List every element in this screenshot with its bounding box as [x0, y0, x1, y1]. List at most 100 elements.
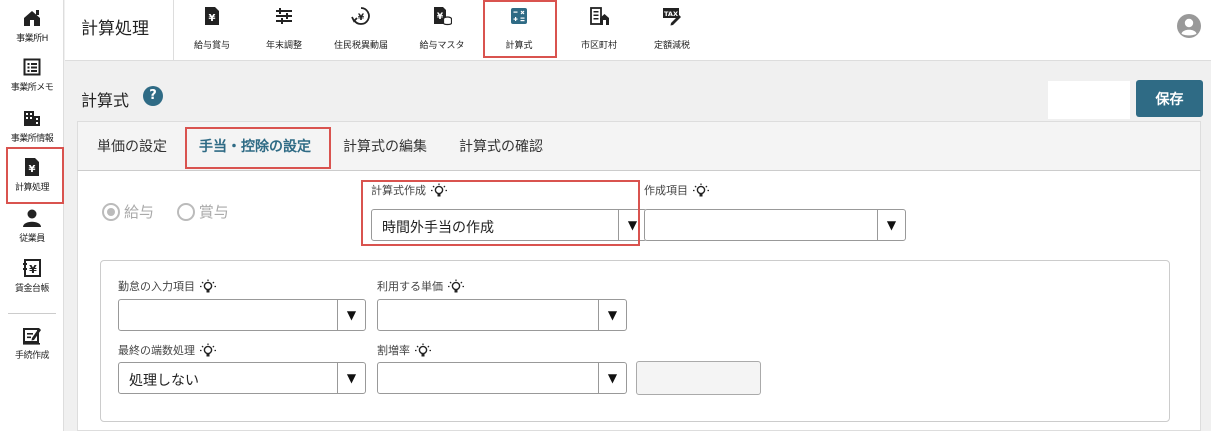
nav-resident-tax-change[interactable]: ¥ 住民税異動届: [325, 6, 397, 51]
nav-label: 住民税異動届: [333, 41, 388, 51]
top-bar: 計算処理 ¥ 給与賞与 年末調整 ¥ 住民税異動届 ¥ 給与マスタ 計算式 市区…: [65, 0, 1211, 61]
svg-text:TAX: TAX: [664, 10, 678, 18]
lightbulb-hint-icon[interactable]: [199, 279, 217, 295]
pay-type-radio-group: 給与 賞与: [102, 201, 247, 222]
user-avatar-icon[interactable]: [1177, 14, 1201, 38]
nav-formula[interactable]: 計算式: [483, 6, 555, 51]
nav-payroll-bonus[interactable]: ¥ 給与賞与: [176, 6, 248, 51]
yen-database-icon: ¥: [434, 7, 452, 26]
radio-salary[interactable]: [102, 202, 120, 221]
formula-create-value: 時間外手当の作成: [382, 220, 494, 236]
chevron-down-icon: ▼: [337, 363, 365, 393]
final-rounding-select[interactable]: 処理しない ▼: [118, 362, 366, 394]
sidebar-divider: [8, 313, 56, 314]
svg-text:¥: ¥: [29, 263, 37, 276]
lightbulb-hint-icon[interactable]: [447, 279, 465, 295]
app-title: 計算処理: [81, 19, 149, 39]
svg-text:¥: ¥: [209, 13, 216, 24]
help-icon[interactable]: ?: [143, 86, 163, 106]
sidebar-item-wage-ledger[interactable]: ¥ 賃金台帳: [0, 258, 64, 294]
create-item-select[interactable]: ▼: [644, 209, 906, 241]
city-office-icon: [590, 7, 609, 25]
premium-rate-select[interactable]: ▼: [377, 362, 627, 394]
unit-price-label-text: 利用する単価: [377, 280, 443, 293]
yen-rotate-icon: ¥: [351, 7, 370, 25]
create-item-label: 作成項目: [644, 182, 710, 199]
sidebar-item-label: 手続作成: [14, 351, 50, 361]
edit-form-icon: [23, 328, 41, 345]
tab-formula-edit[interactable]: 計算式の編集: [343, 136, 427, 156]
tax-tag-icon: TAX: [663, 8, 681, 26]
sidebar-item-label: 事業所H: [16, 34, 48, 44]
lightbulb-hint-icon[interactable]: [692, 183, 710, 199]
tab-formula-check[interactable]: 計算式の確認: [459, 136, 543, 156]
tab-allowance-deduction[interactable]: 手当・控除の設定: [199, 136, 311, 156]
nav-label: 年末調整: [265, 41, 302, 51]
chevron-down-icon: ▼: [598, 300, 626, 330]
final-rounding-label: 最終の端数処理: [118, 342, 217, 359]
title-divider: [173, 0, 174, 61]
blank-area: [1048, 81, 1130, 119]
nav-municipalities[interactable]: 市区町村: [563, 6, 635, 51]
nav-flat-tax-reduction[interactable]: TAX 定額減税: [636, 6, 708, 51]
sliders-icon: [276, 8, 292, 24]
memo-list-icon: [23, 58, 41, 76]
chevron-down-icon: ▼: [618, 210, 646, 240]
nav-year-end-adjustment[interactable]: 年末調整: [248, 6, 320, 51]
nav-label: 定額減税: [653, 41, 690, 51]
nav-payroll-master[interactable]: ¥ 給与マスタ: [406, 6, 478, 51]
sidebar-item-employees[interactable]: 従業員: [0, 208, 64, 244]
yen-document-icon: ¥: [25, 158, 39, 176]
formula-create-label-text: 計算式作成: [371, 184, 426, 197]
tab-unit-price[interactable]: 単価の設定: [97, 136, 167, 156]
sidebar-item-label: 計算処理: [14, 183, 50, 193]
lightbulb-hint-icon[interactable]: [414, 343, 432, 359]
sidebar-item-label: 事業所情報: [10, 134, 54, 144]
premium-rate-input[interactable]: [636, 361, 761, 395]
nav-label: 給与マスタ: [419, 41, 465, 51]
sidebar-item-office-info[interactable]: 事業所情報: [0, 108, 64, 144]
sidebar-item-label: 賃金台帳: [14, 284, 50, 294]
formula-create-select[interactable]: 時間外手当の作成 ▼: [371, 209, 647, 241]
create-item-label-text: 作成項目: [644, 184, 688, 197]
save-button[interactable]: 保存: [1136, 80, 1203, 117]
formula-create-label: 計算式作成: [371, 182, 448, 199]
nav-label: 計算式: [505, 41, 533, 51]
tab-bar: 単価の設定 手当・控除の設定 計算式の編集 計算式の確認: [77, 121, 1201, 171]
sidebar-item-label: 従業員: [19, 234, 45, 244]
sidebar-item-office-home[interactable]: 事業所H: [0, 8, 64, 44]
svg-text:¥: ¥: [437, 12, 444, 22]
radio-salary-label: 給与: [124, 203, 155, 221]
unit-price-select[interactable]: ▼: [377, 299, 627, 331]
settings-panel: 給与 賞与 計算式作成 時間外手当の作成 ▼ 作成項目 ▼ 勤怠の入力項目 ▼ …: [77, 171, 1201, 431]
main-content: 計算式 ? 保存 単価の設定 手当・控除の設定 計算式の編集 計算式の確認 給与…: [65, 62, 1211, 431]
svg-text:¥: ¥: [358, 13, 365, 23]
lightbulb-hint-icon[interactable]: [199, 343, 217, 359]
office-building-icon: [24, 111, 40, 126]
sidebar-item-office-memo[interactable]: 事業所メモ: [0, 57, 64, 93]
chevron-down-icon: ▼: [877, 210, 905, 240]
attendance-item-label: 勤怠の入力項目: [118, 278, 217, 295]
radio-bonus-label: 賞与: [198, 203, 229, 221]
radio-bonus[interactable]: [176, 202, 195, 221]
calculator-icon: [511, 8, 527, 24]
chevron-down-icon: ▼: [337, 300, 365, 330]
premium-rate-label: 割増率: [377, 342, 432, 359]
nav-label: 市区町村: [580, 41, 617, 51]
sidebar-item-label: 事業所メモ: [10, 83, 54, 93]
chevron-down-icon: ▼: [598, 363, 626, 393]
svg-text:¥: ¥: [29, 164, 36, 175]
calculation-options-box: 勤怠の入力項目 ▼ 利用する単価 ▼ 最終の端数処理 処理しない ▼ 割増率 ▼: [100, 260, 1170, 422]
nav-label: 給与賞与: [193, 41, 230, 51]
yen-document-icon: ¥: [205, 7, 219, 25]
unit-price-label: 利用する単価: [377, 278, 465, 295]
person-icon: [23, 209, 41, 227]
building-home-icon: [24, 10, 40, 26]
yen-ledger-icon: ¥: [23, 259, 41, 277]
final-rounding-label-text: 最終の端数処理: [118, 344, 195, 357]
premium-rate-label-text: 割増率: [377, 344, 410, 357]
attendance-item-select[interactable]: ▼: [118, 299, 366, 331]
sidebar-item-procedures[interactable]: 手続作成: [0, 325, 64, 361]
sidebar-item-calculation[interactable]: ¥ 計算処理: [0, 157, 64, 193]
lightbulb-hint-icon[interactable]: [430, 183, 448, 199]
